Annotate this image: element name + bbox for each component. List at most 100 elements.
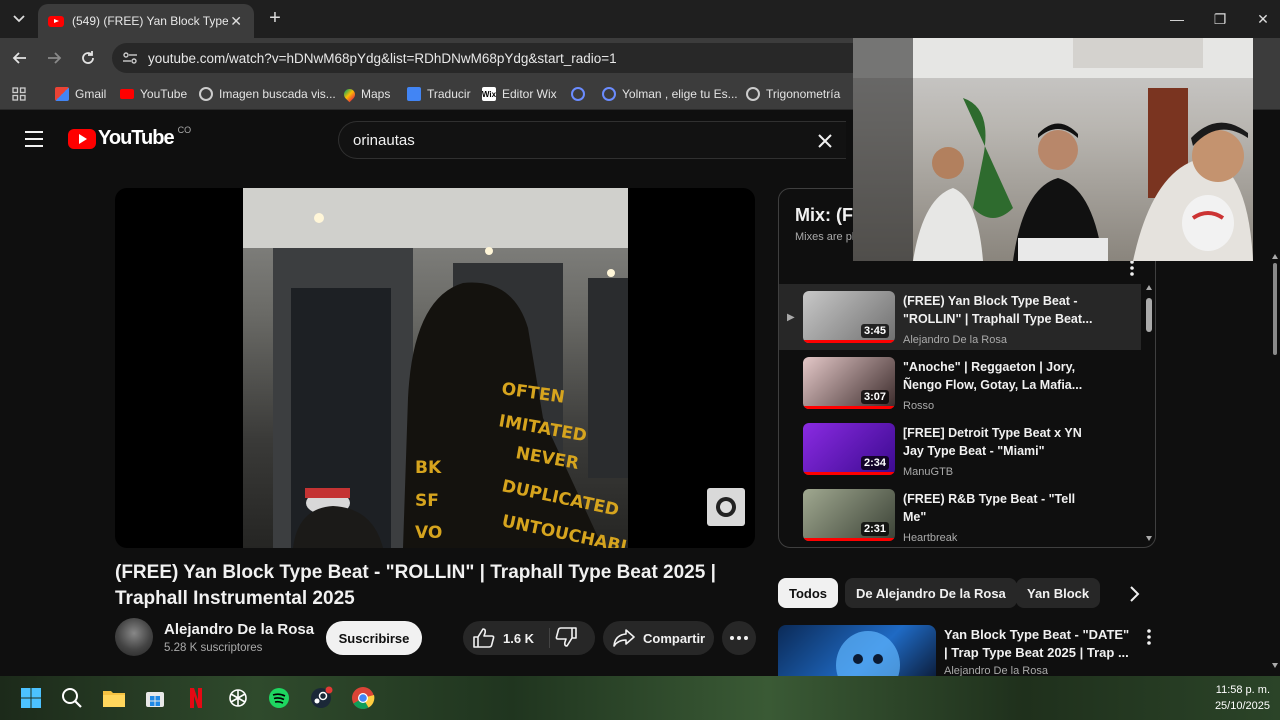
playlist-item[interactable]: 2:31 (FREE) R&B Type Beat - "Tell Me" He… — [779, 482, 1141, 547]
bookmark-youtube[interactable]: YouTube — [120, 84, 187, 104]
chevron-right-icon[interactable] — [1124, 584, 1144, 604]
forward-button[interactable] — [42, 46, 66, 70]
playlist-scroll-thumb[interactable] — [1146, 298, 1152, 332]
progress-bar — [803, 340, 895, 343]
arrow-left-icon — [12, 52, 26, 64]
playlist-subtitle: Mixes are pl — [795, 231, 855, 243]
bookmark-traducir[interactable]: Traducir — [407, 84, 471, 104]
recommendation-title[interactable]: Yan Block Type Beat - "DATE" | Trap Type… — [944, 626, 1134, 662]
like-button[interactable]: 1.6 K — [463, 621, 547, 655]
playlist-item[interactable]: 3:07 "Anoche" | Reggaeton | Jory, Ñengo … — [779, 350, 1141, 416]
share-button[interactable]: Compartir — [603, 621, 714, 655]
minimize-window-button[interactable]: — — [1162, 8, 1192, 30]
tab-search-dropdown-button[interactable] — [6, 6, 32, 32]
playlist-scrollbar[interactable] — [1146, 284, 1152, 544]
clear-search-icon[interactable] — [815, 131, 835, 151]
menu-icon[interactable] — [24, 130, 44, 148]
thumbs-down-icon — [555, 627, 577, 647]
recommendation-thumbnail[interactable] — [778, 625, 936, 677]
share-label: Compartir — [643, 630, 706, 646]
chip-yan-block[interactable]: Yan Block — [1016, 578, 1101, 608]
search-input[interactable]: orinautas — [353, 132, 415, 149]
microsoft-store-icon[interactable] — [142, 685, 168, 711]
file-explorer-icon[interactable] — [101, 685, 127, 711]
like-dislike-group: 1.6 K — [463, 621, 595, 655]
youtube-logo[interactable]: YouTube CO — [68, 125, 191, 150]
reload-button[interactable] — [76, 46, 100, 70]
playlist-item-title: "Anoche" | Reggaeton | Jory, Ñengo Flow,… — [903, 360, 1083, 392]
scroll-up-icon[interactable] — [1146, 284, 1152, 292]
playlist-thumbnail: 3:07 — [803, 357, 895, 409]
restore-window-button[interactable]: ❐ — [1205, 8, 1235, 30]
netflix-icon[interactable] — [183, 685, 209, 711]
recommendation-menu-icon[interactable] — [1142, 628, 1156, 646]
subscribe-button[interactable]: Suscribirse — [326, 621, 422, 655]
share-arrow-icon — [613, 629, 635, 647]
duration-badge: 3:07 — [860, 390, 889, 404]
playlist-item-channel: Alejandro De la Rosa — [903, 334, 1007, 346]
video-player[interactable]: OFTEN IMITATED NEVER DUPLICATED UNTOUCHA… — [115, 188, 755, 548]
progress-bar — [803, 472, 895, 475]
apps-grid-icon — [12, 87, 26, 101]
search-icon[interactable] — [59, 685, 85, 711]
tab-close-icon[interactable]: ✕ — [228, 13, 244, 30]
video-scene-image: OFTEN IMITATED NEVER DUPLICATED UNTOUCHA… — [243, 188, 628, 548]
chip-channel[interactable]: De Alejandro De la Rosa — [845, 578, 1017, 608]
channel-avatar[interactable] — [115, 618, 153, 656]
playlist-item[interactable]: 2:34 [FREE] Detroit Type Beat x YN Jay T… — [779, 416, 1141, 482]
bookmark-maps[interactable]: Maps — [341, 84, 390, 104]
browser-tab-strip: (549) (FREE) Yan Block Type Beat ✕ + — ❐… — [0, 0, 1280, 38]
bookmark-trigonometria[interactable]: Trigonometría — [746, 84, 840, 104]
scroll-down-icon[interactable] — [1146, 534, 1152, 542]
bookmark-label: Trigonometría — [766, 87, 841, 101]
playlist-item-title: [FREE] Detroit Type Beat x YN Jay Type B… — [903, 426, 1082, 458]
apps-button[interactable] — [12, 84, 26, 104]
system-clock-time[interactable]: 11:58 p. m. — [1206, 684, 1270, 696]
progress-bar — [803, 538, 895, 541]
duration-badge: 2:31 — [860, 522, 889, 536]
playlist-thumbnail: 2:31 — [803, 489, 895, 541]
bookmark-imagen[interactable]: Imagen buscada vis... — [199, 84, 336, 104]
chip-todos[interactable]: Todos — [778, 578, 839, 608]
system-clock-date[interactable]: 25/10/2025 — [1206, 700, 1270, 712]
bookmark-unnamed[interactable] — [571, 84, 591, 104]
search-box[interactable]: orinautas — [338, 121, 846, 159]
webcam-overlay — [853, 38, 1253, 261]
chatgpt-icon[interactable] — [225, 685, 251, 711]
globe-icon — [199, 87, 213, 101]
now-playing-icon: ▶ — [787, 312, 795, 323]
site-settings-icon[interactable] — [122, 51, 138, 65]
channel-name[interactable]: Alejandro De la Rosa — [164, 621, 314, 638]
spotify-icon[interactable] — [266, 685, 292, 711]
bookmark-gmail[interactable]: Gmail — [55, 84, 106, 104]
playlist-item-channel: ManuGTB — [903, 466, 954, 478]
close-window-button[interactable]: ✕ — [1248, 8, 1278, 30]
address-bar[interactable]: youtube.com/watch?v=hDNwM68pYdg&list=RDh… — [112, 43, 872, 73]
bookmark-wix[interactable]: Wix Editor Wix — [482, 84, 557, 104]
playlist-menu-icon[interactable] — [1125, 259, 1139, 277]
url-text: youtube.com/watch?v=hDNwM68pYdg&list=RDh… — [148, 50, 617, 66]
video-title: (FREE) Yan Block Type Beat - "ROLLIN" | … — [115, 562, 716, 609]
browser-tab-active[interactable]: (549) (FREE) Yan Block Type Beat ✕ — [38, 4, 254, 38]
channel-watermark-icon[interactable] — [707, 488, 745, 526]
page-scrollbar[interactable] — [1270, 111, 1280, 676]
dislike-button[interactable] — [555, 627, 579, 649]
tab-title: (549) (FREE) Yan Block Type Beat — [72, 14, 229, 28]
chrome-icon[interactable] — [350, 685, 376, 711]
bookmark-label: Yolman , elige tu Es... — [622, 87, 738, 101]
more-actions-button[interactable] — [722, 621, 756, 655]
like-count: 1.6 K — [503, 630, 535, 646]
bookmark-yolman[interactable]: Yolman , elige tu Es... — [602, 84, 738, 104]
youtube-wordmark: YouTube — [98, 127, 175, 149]
playlist-item[interactable]: ▶ 3:45 (FREE) Yan Block Type Beat - "ROL… — [779, 284, 1141, 350]
steam-icon[interactable] — [308, 685, 334, 711]
new-tab-button[interactable]: + — [264, 8, 286, 30]
subscriber-count: 5.28 K suscriptores — [164, 642, 263, 654]
progress-bar — [803, 406, 895, 409]
gmail-icon — [55, 87, 69, 101]
back-button[interactable] — [8, 46, 32, 70]
windows-start-icon[interactable] — [18, 685, 44, 711]
translate-icon — [407, 87, 421, 101]
playlist-title: Mix: (FI — [795, 205, 858, 225]
duration-badge: 2:34 — [860, 456, 889, 470]
